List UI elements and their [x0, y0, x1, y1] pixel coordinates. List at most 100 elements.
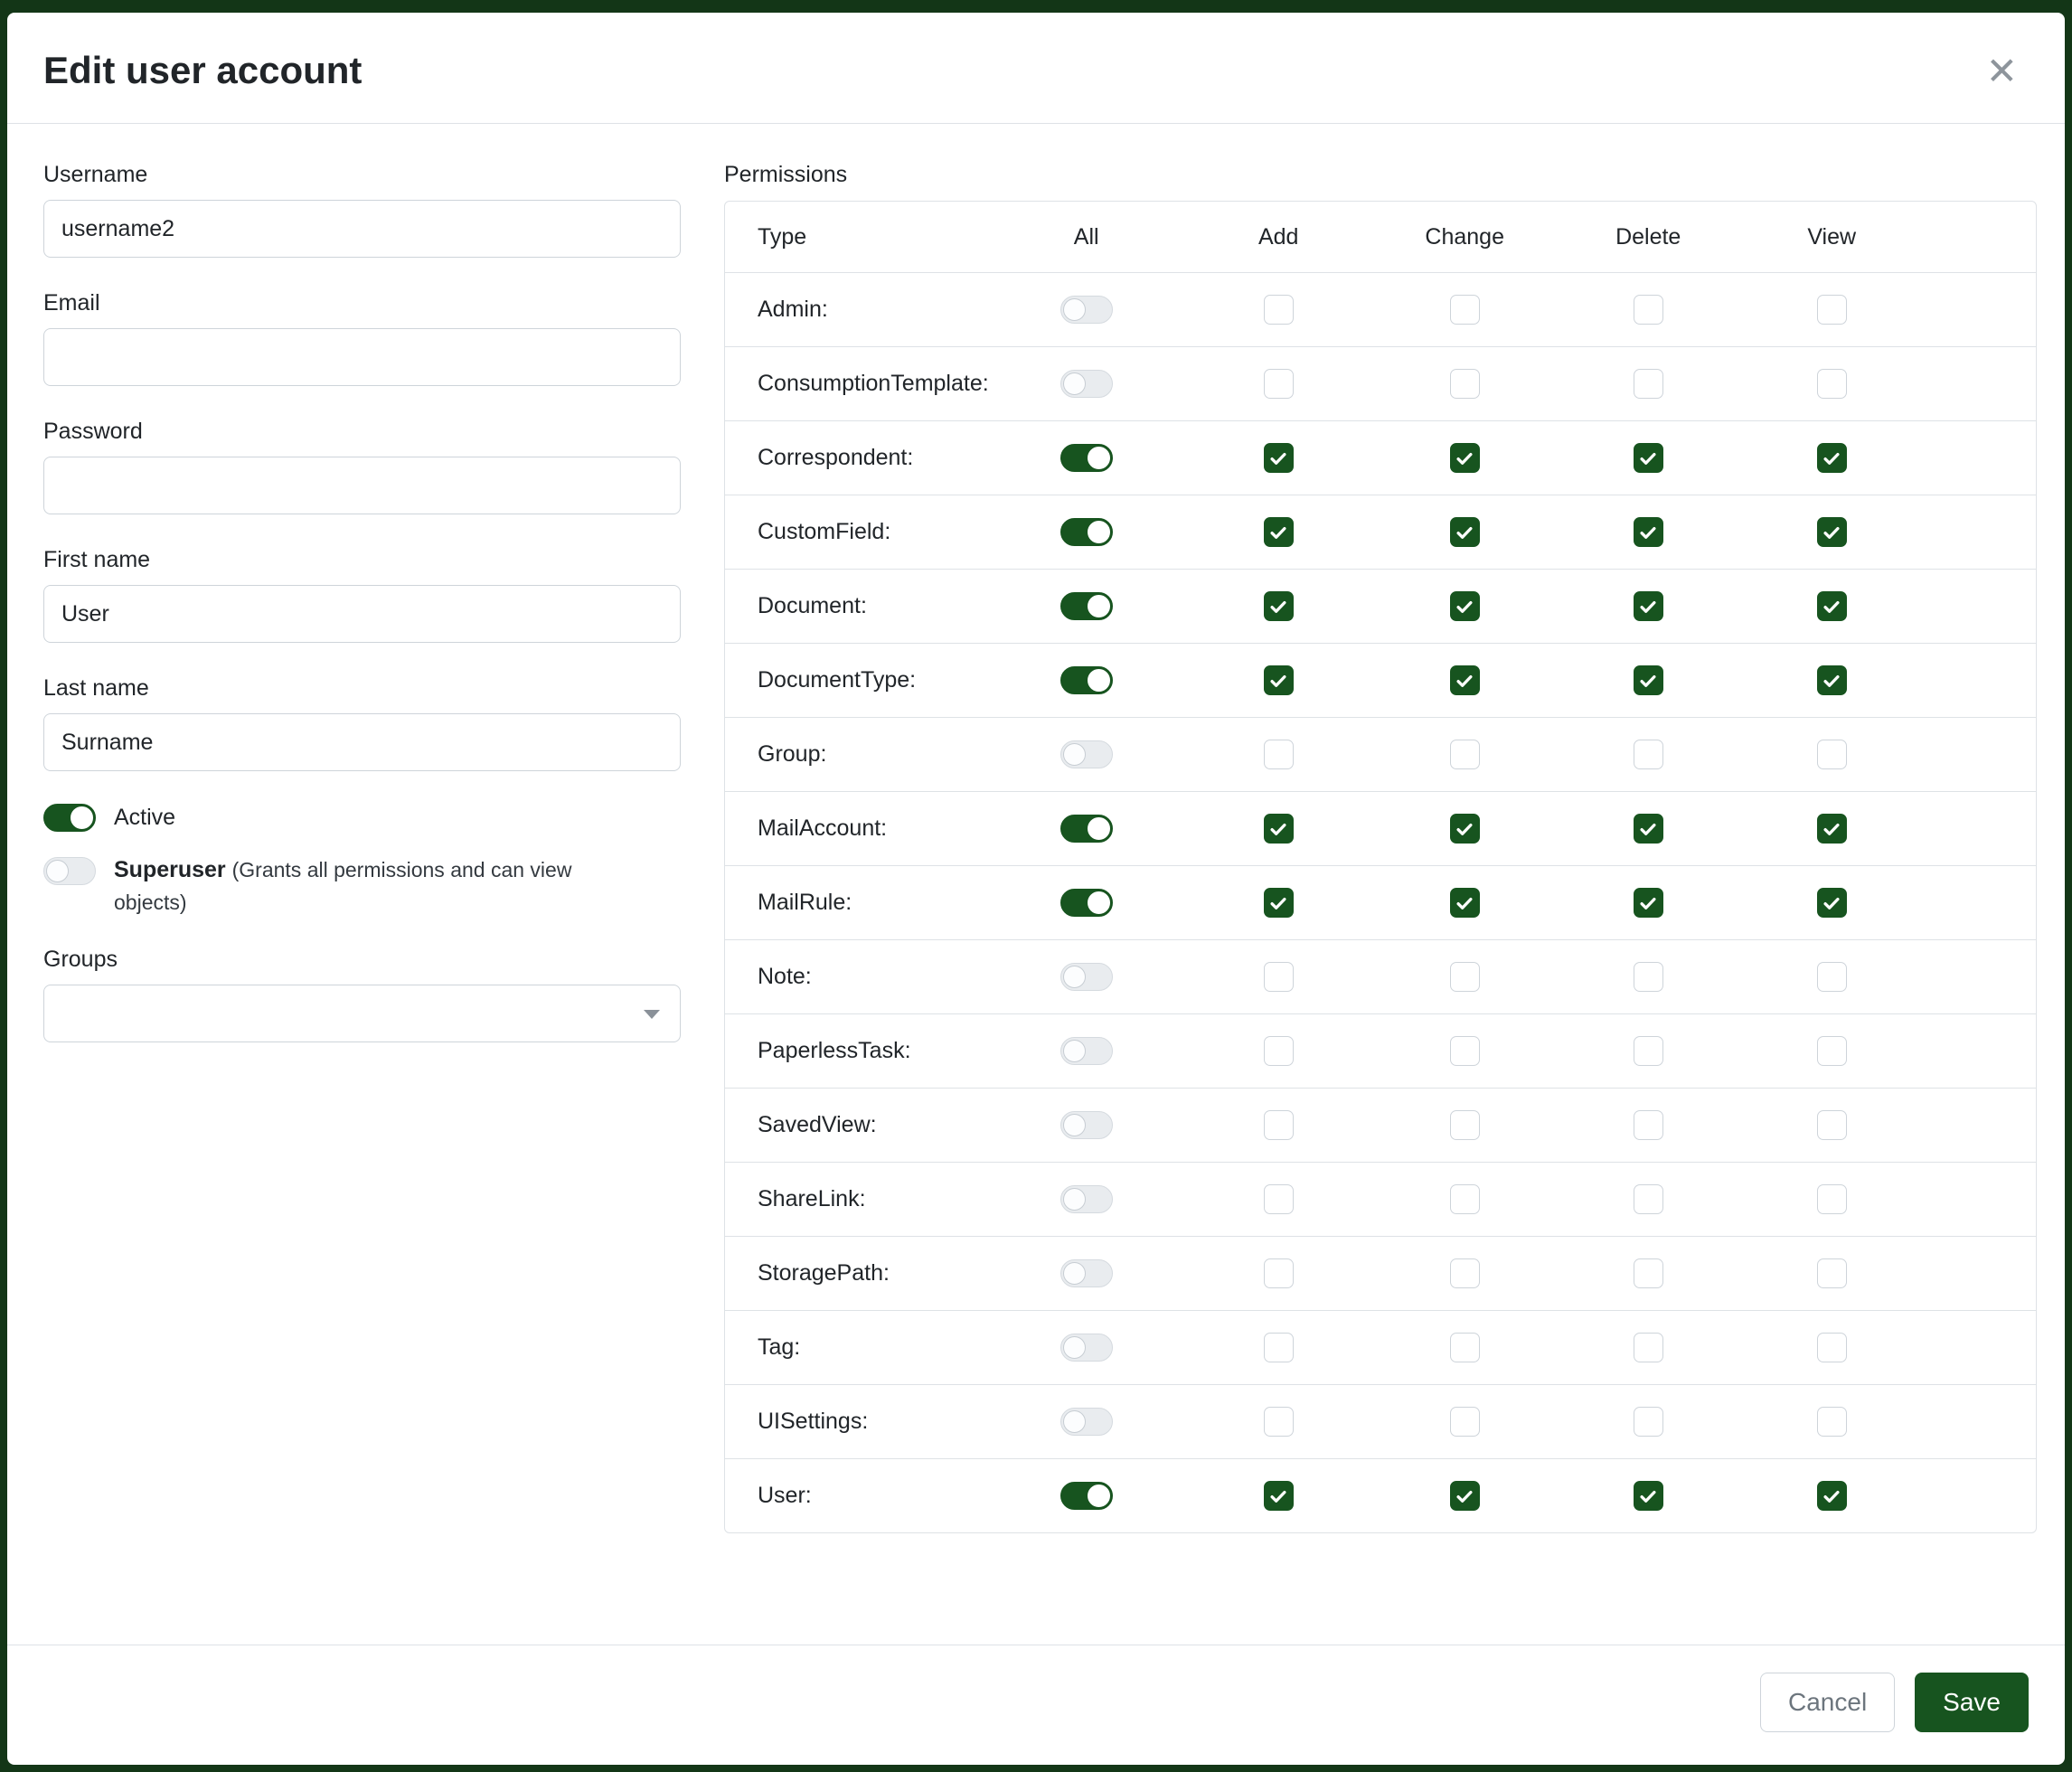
permission-view-checkbox[interactable] [1817, 591, 1847, 621]
permission-delete-checkbox[interactable] [1634, 962, 1663, 992]
active-toggle[interactable] [43, 804, 96, 832]
permission-delete-checkbox[interactable] [1634, 740, 1663, 769]
permission-row: Document: [725, 569, 2036, 643]
permission-delete-checkbox[interactable] [1634, 1333, 1663, 1362]
permission-view-checkbox[interactable] [1817, 1407, 1847, 1437]
permission-row: UISettings: [725, 1384, 2036, 1458]
permission-view-checkbox[interactable] [1817, 369, 1847, 399]
permission-delete-checkbox[interactable] [1634, 591, 1663, 621]
permission-change-checkbox[interactable] [1450, 1407, 1480, 1437]
permission-change-checkbox[interactable] [1450, 1333, 1480, 1362]
password-field[interactable] [43, 457, 681, 514]
first-name-field[interactable] [43, 585, 681, 643]
permission-all-toggle[interactable] [1060, 1037, 1113, 1065]
permission-delete-checkbox[interactable] [1634, 888, 1663, 918]
permission-change-checkbox[interactable] [1450, 443, 1480, 473]
permission-view-checkbox[interactable] [1817, 1258, 1847, 1288]
permission-view-checkbox[interactable] [1817, 665, 1847, 695]
permission-add-checkbox[interactable] [1264, 295, 1294, 325]
permission-add-checkbox[interactable] [1264, 665, 1294, 695]
permission-delete-checkbox[interactable] [1634, 443, 1663, 473]
permission-delete-checkbox[interactable] [1634, 1110, 1663, 1140]
permission-delete-checkbox[interactable] [1634, 1184, 1663, 1214]
permission-add-checkbox[interactable] [1264, 888, 1294, 918]
permission-all-toggle[interactable] [1060, 444, 1113, 472]
permission-all-toggle[interactable] [1060, 1482, 1113, 1510]
cancel-button[interactable]: Cancel [1760, 1673, 1895, 1732]
permission-all-toggle[interactable] [1060, 370, 1113, 398]
permission-delete-checkbox[interactable] [1634, 1407, 1663, 1437]
permission-view-checkbox[interactable] [1817, 740, 1847, 769]
permission-add-checkbox[interactable] [1264, 369, 1294, 399]
save-button[interactable]: Save [1915, 1673, 2029, 1732]
groups-select[interactable] [43, 985, 681, 1042]
permission-change-checkbox[interactable] [1450, 517, 1480, 547]
permission-change-checkbox[interactable] [1450, 888, 1480, 918]
permission-all-toggle[interactable] [1060, 1259, 1113, 1287]
permission-add-checkbox[interactable] [1264, 443, 1294, 473]
permission-all-toggle[interactable] [1060, 740, 1113, 768]
permission-view-checkbox[interactable] [1817, 1333, 1847, 1362]
permission-view-checkbox[interactable] [1817, 888, 1847, 918]
permission-change-checkbox[interactable] [1450, 295, 1480, 325]
permission-add-checkbox[interactable] [1264, 1036, 1294, 1066]
permission-change-checkbox[interactable] [1450, 1110, 1480, 1140]
permission-view-checkbox[interactable] [1817, 1036, 1847, 1066]
permission-delete-checkbox[interactable] [1634, 1036, 1663, 1066]
permission-change-checkbox[interactable] [1450, 1481, 1480, 1511]
permission-add-checkbox[interactable] [1264, 1258, 1294, 1288]
permission-view-checkbox[interactable] [1817, 295, 1847, 325]
permission-add-checkbox[interactable] [1264, 1184, 1294, 1214]
permission-add-checkbox[interactable] [1264, 814, 1294, 844]
permission-delete-checkbox[interactable] [1634, 295, 1663, 325]
permission-add-checkbox[interactable] [1264, 1407, 1294, 1437]
permission-add-checkbox[interactable] [1264, 740, 1294, 769]
permission-add-checkbox[interactable] [1264, 517, 1294, 547]
permission-add-checkbox[interactable] [1264, 962, 1294, 992]
permission-all-toggle[interactable] [1060, 1185, 1113, 1213]
permission-all-toggle[interactable] [1060, 1111, 1113, 1139]
permission-add-checkbox[interactable] [1264, 1481, 1294, 1511]
permission-all-toggle[interactable] [1060, 518, 1113, 546]
username-field[interactable] [43, 200, 681, 258]
permission-all-toggle[interactable] [1060, 889, 1113, 917]
permission-add-checkbox[interactable] [1264, 1333, 1294, 1362]
permission-change-checkbox[interactable] [1450, 814, 1480, 844]
active-row: Active [43, 804, 681, 832]
permission-all-toggle[interactable] [1060, 1334, 1113, 1362]
permission-delete-checkbox[interactable] [1634, 369, 1663, 399]
permission-view-checkbox[interactable] [1817, 517, 1847, 547]
toggle-knob-icon [1063, 372, 1086, 395]
permission-change-checkbox[interactable] [1450, 369, 1480, 399]
permission-view-checkbox[interactable] [1817, 1110, 1847, 1140]
permission-delete-checkbox[interactable] [1634, 1481, 1663, 1511]
permission-all-toggle[interactable] [1060, 815, 1113, 843]
permission-change-checkbox[interactable] [1450, 962, 1480, 992]
permission-all-toggle[interactable] [1060, 963, 1113, 991]
close-button[interactable]: ✕ [1979, 49, 2025, 94]
permission-view-checkbox[interactable] [1817, 1481, 1847, 1511]
permission-add-checkbox[interactable] [1264, 591, 1294, 621]
permission-view-checkbox[interactable] [1817, 962, 1847, 992]
permission-all-toggle[interactable] [1060, 666, 1113, 694]
permission-view-checkbox[interactable] [1817, 1184, 1847, 1214]
permission-delete-checkbox[interactable] [1634, 1258, 1663, 1288]
permission-change-checkbox[interactable] [1450, 1184, 1480, 1214]
superuser-toggle[interactable] [43, 857, 96, 885]
permission-change-checkbox[interactable] [1450, 740, 1480, 769]
permission-change-checkbox[interactable] [1450, 1258, 1480, 1288]
permission-change-checkbox[interactable] [1450, 591, 1480, 621]
permission-delete-checkbox[interactable] [1634, 814, 1663, 844]
permission-view-checkbox[interactable] [1817, 443, 1847, 473]
permission-all-toggle[interactable] [1060, 296, 1113, 324]
permission-add-checkbox[interactable] [1264, 1110, 1294, 1140]
permission-change-checkbox[interactable] [1450, 1036, 1480, 1066]
permission-all-toggle[interactable] [1060, 592, 1113, 620]
permission-change-checkbox[interactable] [1450, 665, 1480, 695]
permission-all-toggle[interactable] [1060, 1408, 1113, 1436]
permission-delete-checkbox[interactable] [1634, 517, 1663, 547]
last-name-field[interactable] [43, 713, 681, 771]
permission-delete-checkbox[interactable] [1634, 665, 1663, 695]
permission-view-checkbox[interactable] [1817, 814, 1847, 844]
email-field[interactable] [43, 328, 681, 386]
